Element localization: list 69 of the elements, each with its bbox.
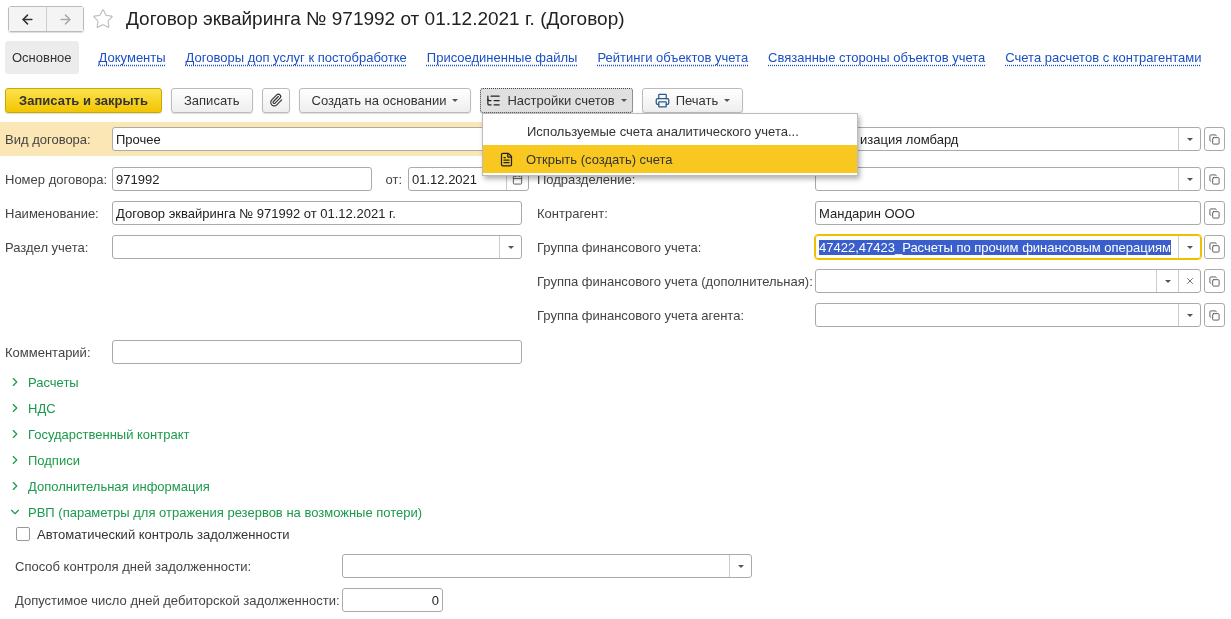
group-header[interactable]: РВП (параметры для отражения резервов на возможные потери)	[0, 499, 1231, 525]
printer-icon	[654, 92, 670, 108]
arrow-left-icon	[20, 11, 35, 27]
number-field[interactable]: 0	[342, 588, 443, 612]
window-title: Договор эквайринга № 971992 от 01.12.2021 г. (Договор)	[126, 8, 625, 30]
attach-button[interactable]	[261, 87, 290, 113]
copy-icon	[1209, 309, 1220, 321]
open-button[interactable]	[1204, 167, 1225, 191]
group-header[interactable]: Расчеты	[0, 369, 1231, 395]
dropdown-field[interactable]	[342, 554, 752, 578]
dropdown-field[interactable]	[815, 167, 1201, 191]
field-label: Группа финансового учета агента:	[537, 307, 745, 323]
input-field[interactable]: Договор эквайринга № 971992 от 01.12.2021 г.	[112, 201, 522, 225]
open-button[interactable]	[1204, 303, 1225, 327]
copy-icon	[1209, 275, 1220, 287]
dropdown-field[interactable]	[815, 303, 1201, 327]
tab[interactable]: Присоединенные файлы	[426, 49, 578, 65]
open-button[interactable]	[1204, 201, 1225, 225]
dropdown-field[interactable]: 47422,47423_Расчеты по прочим финансовым операциям	[815, 235, 1201, 259]
document-icon	[499, 151, 514, 167]
close-icon	[1184, 276, 1195, 286]
tab[interactable]: Рейтинги объектов учета	[597, 49, 749, 65]
field-label: Контрагент:	[537, 205, 609, 221]
field-label: Группа финансового учета (дополнительная):	[537, 273, 814, 289]
menu-item[interactable]: Открыть (создать) счета	[483, 145, 857, 173]
input-field[interactable]: Мандарин ООО	[815, 201, 1201, 225]
field-label: Допустимое число дней дебиторской задолженности:	[15, 592, 341, 608]
tab[interactable]: Связанные стороны объектов учета	[768, 49, 986, 65]
field-label: Группа финансового учета:	[537, 239, 703, 255]
tab[interactable]: Договоры доп услуг к постобработке	[185, 49, 407, 65]
group-header[interactable]: Подписи	[0, 447, 1231, 473]
star-icon[interactable]	[92, 8, 114, 30]
tab[interactable]: Счета расчетов с контрагентами	[1005, 49, 1202, 65]
open-button[interactable]	[1204, 235, 1225, 259]
comment-field[interactable]	[112, 340, 522, 364]
field-label: Вид договора:	[5, 131, 92, 147]
copy-icon	[1209, 207, 1220, 219]
menu-item[interactable]: Используемые счета аналитического учета...	[483, 117, 857, 145]
tab[interactable]: Документы	[98, 49, 166, 65]
checkbox-label: Автоматический контроль задолженности	[37, 526, 290, 542]
group-header[interactable]: НДС	[0, 395, 1231, 421]
copy-icon	[1209, 173, 1220, 185]
field-label: Наименование:	[5, 205, 100, 221]
field-label: Номер договора:	[5, 171, 109, 187]
save-button[interactable]: Записать	[171, 87, 253, 113]
print-button[interactable]: Печать	[641, 87, 744, 113]
group-header[interactable]: Государственный контракт	[0, 421, 1231, 447]
open-button[interactable]	[1204, 127, 1225, 151]
tree-icon	[486, 92, 502, 108]
copy-icon	[1209, 241, 1220, 253]
input-field[interactable]: 971992	[112, 167, 372, 191]
field-label: Раздел учета:	[5, 239, 90, 255]
save-close-button[interactable]: Записать и закрыть	[5, 87, 162, 113]
dropdown-field[interactable]	[112, 235, 522, 259]
account-settings-button[interactable]: Настройки счетов	[480, 87, 633, 113]
field-label: Способ контроля дней задолженности:	[15, 558, 253, 574]
create-based-button[interactable]: Создать на основании	[298, 87, 472, 113]
group-header[interactable]: Дополнительная информация	[0, 473, 1231, 499]
field-label: Подразделение:	[537, 171, 637, 187]
field-label: Комментарий:	[5, 344, 92, 360]
calendar-icon	[512, 173, 523, 185]
paperclip-icon	[268, 93, 283, 107]
back-button[interactable]	[9, 7, 46, 31]
copy-icon	[1209, 133, 1220, 145]
field-label: от:	[384, 171, 403, 187]
open-button[interactable]	[1204, 269, 1225, 293]
checkbox[interactable]	[16, 527, 30, 541]
tab[interactable]: Основное	[5, 40, 79, 74]
dropdown-field[interactable]	[815, 269, 1201, 293]
